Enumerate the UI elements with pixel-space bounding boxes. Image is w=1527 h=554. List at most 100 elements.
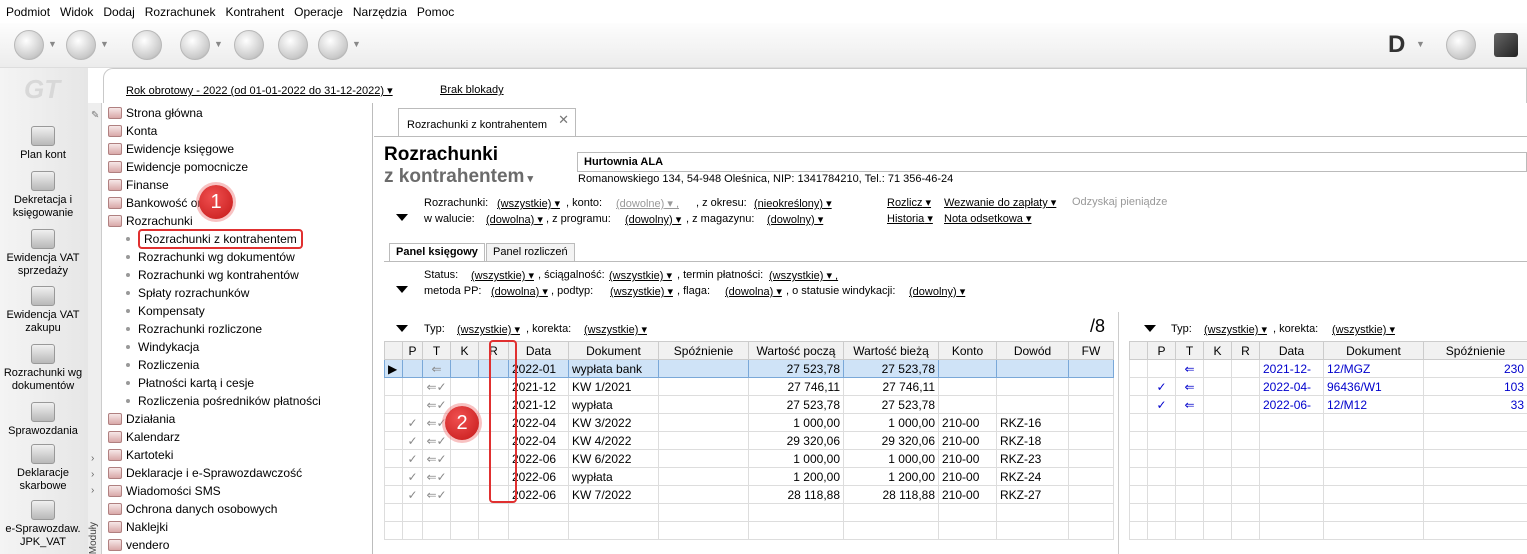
collapse-toggle-icon[interactable] <box>396 325 408 332</box>
modules-vertical-tab[interactable]: › › › Moduły <box>88 103 102 554</box>
tree-item-rozliczenia[interactable]: Rozliczenia <box>124 356 199 374</box>
mail-icon[interactable] <box>66 30 96 60</box>
filter-metoda-pp[interactable]: (dowolna) ▾ <box>491 285 548 298</box>
tree-item-posrednikow[interactable]: Rozliczenia pośredników płatności <box>124 392 321 410</box>
table-row[interactable] <box>1129 431 1527 450</box>
row-indicator[interactable] <box>1129 359 1148 378</box>
tree-item-dzialania[interactable]: Działania <box>108 410 175 428</box>
tree-item-rozrachunki-z-kontrahentem[interactable]: Rozrachunki z kontrahentem <box>124 229 303 249</box>
tree-item-rozliczone[interactable]: Rozrachunki rozliczone <box>124 320 262 338</box>
column-header[interactable]: Data <box>508 341 569 360</box>
tree-item-konta[interactable]: Konta <box>108 122 157 140</box>
filter-typ[interactable]: (wszystkie) ▾ <box>457 323 520 336</box>
grid-splitter[interactable] <box>1118 312 1119 554</box>
column-header[interactable]: Spóźnienie <box>1423 341 1527 360</box>
table-row[interactable]: ✓ ⇐ 2022-06- 12/M12 33 <box>1129 395 1527 414</box>
module-deklaracje[interactable]: Deklaracje skarbowe <box>0 444 86 493</box>
back-icon[interactable] <box>14 30 44 60</box>
filter-typ-right[interactable]: (wszystkie) ▾ <box>1204 323 1267 336</box>
filter-magazyn[interactable]: (dowolny) ▾ <box>767 213 823 226</box>
tab-rozrachunki-z-kontrahentem[interactable]: Rozrachunki z kontrahentem ✕ <box>398 108 576 136</box>
menu-podmiot[interactable]: Podmiot <box>6 5 50 19</box>
filter-rozrachunki[interactable]: (wszystkie) ▾ <box>497 197 560 210</box>
chevron-down-icon[interactable]: ▼ <box>100 39 109 49</box>
row-indicator[interactable] <box>1129 431 1148 450</box>
column-header[interactable]: K <box>1203 341 1232 360</box>
menu-widok[interactable]: Widok <box>60 5 93 19</box>
row-indicator[interactable] <box>1129 485 1148 504</box>
menu-operacje[interactable]: Operacje <box>294 5 343 19</box>
lock-status-link[interactable]: Brak blokady <box>440 84 504 96</box>
kontrahent-field[interactable]: Hurtownia ALA <box>577 152 1527 172</box>
rozlicz-button[interactable]: Rozlicz ▾ <box>887 196 931 209</box>
menu-narzedzia[interactable]: Narzędzia <box>353 5 407 19</box>
tree-item-splaty[interactable]: Spłaty rozrachunków <box>124 284 249 302</box>
tree-item-platnosci-karta[interactable]: Płatności kartą i cesje <box>124 374 254 392</box>
row-indicator[interactable] <box>384 395 403 414</box>
collapse-toggle-icon[interactable] <box>396 286 408 293</box>
row-indicator[interactable] <box>1129 503 1148 522</box>
filter-waluta[interactable]: (dowolna) ▾ <box>486 213 543 226</box>
tree-item-vendero[interactable]: vendero <box>108 536 169 554</box>
table-row[interactable]: ⇐ 2021-12- 12/MGZ 230 <box>1129 359 1527 378</box>
tree-item-strona-glowna[interactable]: Strona główna <box>108 104 203 122</box>
filter-podtyp[interactable]: (wszystkie) ▾ <box>610 285 673 298</box>
filter-korekta-right[interactable]: (wszystkie) ▾ <box>1332 323 1395 336</box>
filter-program[interactable]: (dowolny) ▾ <box>625 213 681 226</box>
row-indicator[interactable] <box>384 521 403 540</box>
module-plan-kont[interactable]: Plan kont <box>0 126 86 162</box>
column-header[interactable]: Dokument <box>568 341 659 360</box>
column-header[interactable]: Dowód <box>996 341 1069 360</box>
column-header[interactable]: P <box>402 341 423 360</box>
filter-konto[interactable]: (dowolne) ▾ , <box>616 197 679 210</box>
column-header[interactable]: Spóźnienie <box>658 341 749 360</box>
row-indicator[interactable] <box>384 449 403 468</box>
tree-item-kalendarz[interactable]: Kalendarz <box>108 428 180 446</box>
nota-odsetkowa-button[interactable]: Nota odsetkowa ▾ <box>944 212 1031 225</box>
column-header[interactable]: Wartość począ <box>748 341 844 360</box>
filter-korekta[interactable]: (wszystkie) ▾ <box>584 323 647 336</box>
chevron-right-icon[interactable]: › <box>91 469 94 480</box>
historia-button[interactable]: Historia ▾ <box>887 212 933 225</box>
row-indicator[interactable] <box>1129 467 1148 486</box>
row-indicator[interactable] <box>384 485 403 504</box>
column-header[interactable]: K <box>450 341 479 360</box>
column-header[interactable]: T <box>1175 341 1204 360</box>
collapse-toggle-icon[interactable] <box>1144 325 1156 332</box>
table-row[interactable] <box>1129 413 1527 432</box>
row-indicator[interactable] <box>1129 449 1148 468</box>
filter-flaga[interactable]: (dowolna) ▾ <box>725 285 782 298</box>
chevron-down-icon[interactable]: ▼ <box>352 39 361 49</box>
account-d-button[interactable]: D <box>1388 31 1405 59</box>
column-header[interactable]: P <box>1147 341 1176 360</box>
tree-item-ewidencje-pomocnicze[interactable]: Ewidencje pomocnicze <box>108 158 248 176</box>
module-vat-zakupu[interactable]: Ewidencja VAT zakupu <box>0 286 86 335</box>
collapse-toggle-icon[interactable] <box>396 214 408 221</box>
filter-status[interactable]: (wszystkie) ▾ <box>471 269 534 282</box>
coins-icon[interactable] <box>132 30 162 60</box>
menu-rozrachunek[interactable]: Rozrachunek <box>145 5 216 19</box>
table-row[interactable] <box>384 503 1114 522</box>
table-row[interactable] <box>1129 503 1527 522</box>
module-jpk-vat[interactable]: e-Sprawozdaw. JPK_VAT <box>0 500 86 549</box>
module-sprawozdania[interactable]: Sprawozdania <box>0 402 86 438</box>
column-header[interactable]: T <box>422 341 451 360</box>
menu-pomoc[interactable]: Pomoc <box>417 5 454 19</box>
tab-panel-rozliczen[interactable]: Panel rozliczeń <box>486 243 575 261</box>
table-row[interactable] <box>1129 485 1527 504</box>
chevron-down-icon[interactable]: ▼ <box>48 39 57 49</box>
table-row[interactable] <box>1129 467 1527 486</box>
filter-okres[interactable]: (nieokreślony) ▾ <box>754 197 832 210</box>
row-indicator[interactable] <box>384 431 403 450</box>
tree-item-ewidencje-ksiegowe[interactable]: Ewidencje księgowe <box>108 140 234 158</box>
close-icon[interactable]: ✕ <box>558 112 569 128</box>
row-indicator[interactable] <box>384 413 403 432</box>
filter-sciagalnosc[interactable]: (wszystkie) ▾ <box>609 269 672 282</box>
chevron-right-icon[interactable]: › <box>91 485 94 496</box>
send-icon[interactable] <box>180 30 210 60</box>
page-subtitle-dropdown[interactable]: z kontrahentem ▾ <box>384 166 533 188</box>
column-header[interactable]: Data <box>1259 341 1324 360</box>
tree-item-wg-dokumentow[interactable]: Rozrachunki wg dokumentów <box>124 248 295 266</box>
chevron-down-icon[interactable]: ▼ <box>214 39 223 49</box>
row-indicator[interactable] <box>1129 413 1148 432</box>
